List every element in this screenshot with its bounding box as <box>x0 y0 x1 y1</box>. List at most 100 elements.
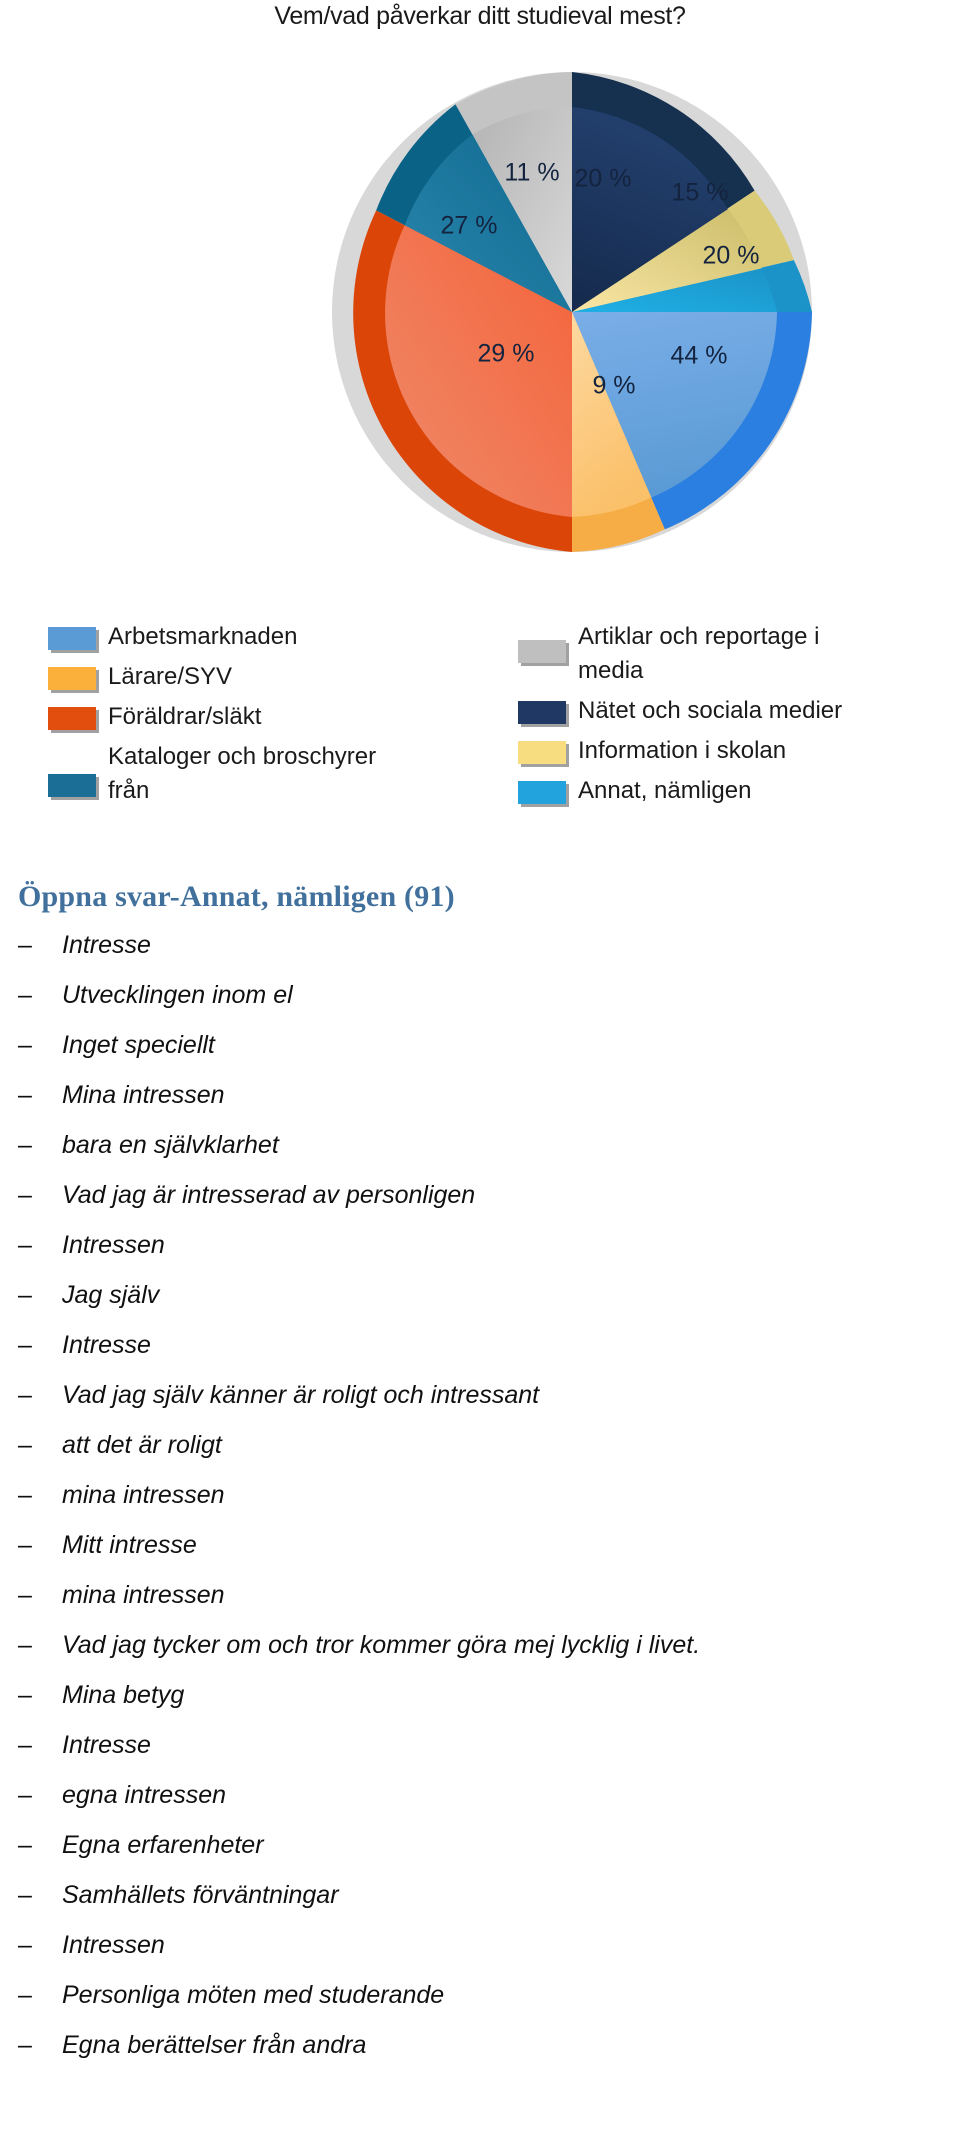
open-answer-text: Intressen <box>62 1231 165 1259</box>
pie-label-annat: 20 % <box>703 242 760 270</box>
pie-label-information: 15 % <box>672 179 729 207</box>
legend-label-larare-syv: Lärare/SYV <box>108 663 233 690</box>
legend-swatch-kataloger <box>48 774 96 797</box>
open-answer-item: – Inget speciellt <box>18 1020 960 1070</box>
open-answer-text: Intresse <box>62 1731 151 1759</box>
open-answer-item: – Mina intressen <box>18 1070 960 1120</box>
open-answer-text: mina intressen <box>62 1481 225 1509</box>
open-answer-item: – att det är roligt <box>18 1420 960 1470</box>
pie-label-larare: 9 % <box>592 372 635 400</box>
list-bullet-dash: – <box>18 1981 32 2009</box>
open-answer-item: – Vad jag själv känner är roligt och intr… <box>18 1370 960 1420</box>
legend-swatch-arbetsmarknaden <box>48 627 96 650</box>
open-answer-text: bara en självklarhet <box>62 1131 279 1159</box>
legend-label-information: Information i skolan <box>578 737 787 764</box>
open-answer-item: – Vad jag är intresserad av personligen <box>18 1170 960 1220</box>
list-bullet-dash: – <box>18 1531 32 1559</box>
open-answer-text: Mina intressen <box>62 1081 225 1109</box>
open-answer-text: mina intressen <box>62 1581 225 1609</box>
legend-item-artiklar[interactable]: Artiklar och reportage i media <box>518 620 948 688</box>
legend-swatch-larare-syv <box>48 667 96 690</box>
open-answer-text: Intresse <box>62 931 151 959</box>
open-answer-item: – bara en självklarhet <box>18 1120 960 1170</box>
legend-column-left: Arbetsmarknaden Lärare/SYV Föräldrar/slä… <box>48 620 498 814</box>
open-answer-item: – Utvecklingen inom el <box>18 970 960 1020</box>
legend-item-larare-syv[interactable]: Lärare/SYV <box>48 660 498 694</box>
legend-item-annat[interactable]: Annat, nämligen <box>518 774 948 808</box>
pie-chart-svg: 20 % 15 % 20 % 44 % 9 % 29 % 27 % 11 % <box>332 72 812 552</box>
open-answer-item: – Intresse <box>18 1720 960 1770</box>
list-bullet-dash: – <box>18 1131 32 1159</box>
open-answer-item: – Personliga möten med studerande <box>18 1970 960 2020</box>
pie-label-artiklar: 11 % <box>504 159 559 187</box>
legend-item-foraldrar-slakt[interactable]: Föräldrar/släkt <box>48 700 498 734</box>
open-answer-item: – Vad jag tycker om och tror kommer göra … <box>18 1620 960 1670</box>
open-answer-text: att det är roligt <box>62 1431 222 1459</box>
legend-label-annat: Annat, nämligen <box>578 777 752 804</box>
open-answer-text: egna intressen <box>62 1781 227 1809</box>
list-bullet-dash: – <box>18 1331 32 1359</box>
list-bullet-dash: – <box>18 1031 32 1059</box>
open-answer-item: – Samhällets förväntningar <box>18 1870 960 1920</box>
list-bullet-dash: – <box>18 1431 32 1459</box>
open-answer-item: – mina intressen <box>18 1470 960 1520</box>
open-answer-text: Egna berättelser från andra <box>62 2031 367 2059</box>
open-answer-text: Vad jag själv känner är roligt och intre… <box>62 1381 540 1409</box>
open-answer-item: – Intressen <box>18 1220 960 1270</box>
pie-chart: 20 % 15 % 20 % 44 % 9 % 29 % 27 % 11 % <box>326 62 818 562</box>
list-bullet-dash: – <box>18 1631 32 1659</box>
open-answer-text: Intresse <box>62 1331 151 1359</box>
open-answer-item: – Intresse <box>18 1320 960 1370</box>
open-answer-item: – Jag själv <box>18 1270 960 1320</box>
pie-label-kataloger: 27 % <box>441 212 498 240</box>
pie-label-natet: 20 % <box>575 165 632 193</box>
open-answer-item: – egna intressen <box>18 1770 960 1820</box>
open-answer-text: Vad jag är intresserad av personligen <box>62 1181 476 1209</box>
open-answer-item: – mina intressen <box>18 1570 960 1620</box>
open-answer-item: – Egna berättelser från andra <box>18 2020 960 2070</box>
chart-block: Vem/vad påverkar ditt studieval mest? 20… <box>0 0 960 880</box>
open-answer-text: Egna erfarenheter <box>62 1831 264 1859</box>
open-answer-text: Vad jag tycker om och tror kommer göra m… <box>62 1631 701 1659</box>
open-answer-item: – Mitt intresse <box>18 1520 960 1570</box>
open-answer-text: Mitt intresse <box>62 1531 197 1559</box>
legend-swatch-natet <box>518 701 566 724</box>
legend-swatch-foraldrar-slakt <box>48 707 96 730</box>
list-bullet-dash: – <box>18 1381 32 1409</box>
list-bullet-dash: – <box>18 981 32 1009</box>
open-answers-list: – Intresse – Utvecklingen inom el – Inget spe… <box>18 920 960 2070</box>
legend-item-natet[interactable]: Nätet och sociala medier <box>518 694 948 728</box>
pie-label-arbetsmarknaden: 44 % <box>671 342 728 370</box>
list-bullet-dash: – <box>18 1731 32 1759</box>
open-answer-text: Samhällets förväntningar <box>62 1881 339 1909</box>
open-answer-text: Personliga möten med studerande <box>62 1981 445 2009</box>
list-bullet-dash: – <box>18 1081 32 1109</box>
legend-swatch-annat <box>518 781 566 804</box>
legend-label-artiklar: Artiklar och reportage i media <box>578 623 820 684</box>
chart-title: Vem/vad påverkar ditt studieval mest? <box>274 2 686 30</box>
legend-item-kataloger[interactable]: Kataloger och broschyrer från <box>48 740 498 808</box>
list-bullet-dash: – <box>18 1281 32 1309</box>
list-bullet-dash: – <box>18 1581 32 1609</box>
legend-swatch-artiklar <box>518 640 566 663</box>
legend-label-arbetsmarknaden: Arbetsmarknaden <box>108 623 298 650</box>
open-answer-item: – Intresse <box>18 920 960 970</box>
chart-legend: Arbetsmarknaden Lärare/SYV Föräldrar/slä… <box>0 620 960 830</box>
open-answer-text: Inget speciellt <box>62 1031 215 1059</box>
list-bullet-dash: – <box>18 2031 32 2059</box>
open-answers-section: Öppna svar-Annat, nämligen (91) – Intress… <box>0 880 960 2070</box>
list-bullet-dash: – <box>18 1481 32 1509</box>
open-answer-text: Jag själv <box>62 1281 160 1309</box>
list-bullet-dash: – <box>18 1181 32 1209</box>
list-bullet-dash: – <box>18 931 32 959</box>
list-bullet-dash: – <box>18 1781 32 1809</box>
open-answer-item: – Egna erfarenheter <box>18 1820 960 1870</box>
list-bullet-dash: – <box>18 1681 32 1709</box>
open-answer-text: Utvecklingen inom el <box>62 981 293 1009</box>
legend-item-arbetsmarknaden[interactable]: Arbetsmarknaden <box>48 620 498 654</box>
legend-label-natet: Nätet och sociala medier <box>578 697 843 724</box>
legend-label-foraldrar-slakt: Föräldrar/släkt <box>108 703 262 730</box>
open-answer-item: – Mina betyg <box>18 1670 960 1720</box>
legend-item-information[interactable]: Information i skolan <box>518 734 948 768</box>
list-bullet-dash: – <box>18 1231 32 1259</box>
